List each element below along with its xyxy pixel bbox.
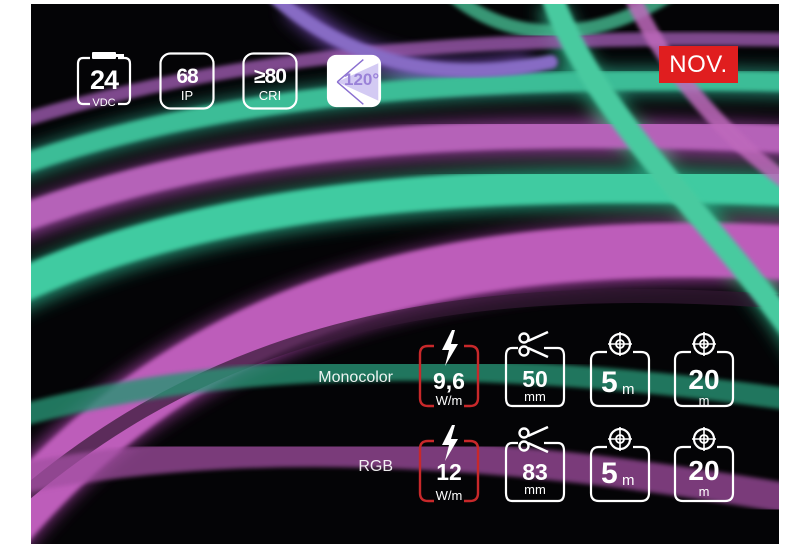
max-length-spec: 20 m — [673, 326, 735, 434]
voltage-value: 24 — [89, 65, 119, 95]
voltage-unit: VDC — [92, 97, 116, 109]
max-length-value: 20 — [688, 455, 720, 486]
cut-value: 83 — [522, 459, 548, 485]
cut-unit: mm — [524, 482, 546, 497]
max-length-unit: m — [698, 484, 710, 499]
cri-badge: ≥80 CRI — [242, 52, 298, 110]
power-value: 12 — [436, 459, 462, 485]
product-image: 24 VDC 68 IP ≥80 CRI 120° NOV. Monocolor — [31, 4, 779, 544]
max-length-value: 20 — [688, 364, 720, 395]
power-unit: W/m — [435, 393, 463, 408]
max-length-spec: 20 m — [673, 421, 735, 529]
min-length-unit: m — [622, 381, 635, 398]
neon-strip-photo — [31, 4, 779, 544]
min-length-value: 5 — [601, 457, 618, 490]
reel-icon — [589, 332, 651, 408]
row-label-monocolor: Monocolor — [318, 369, 393, 386]
ip-rating-badge: 68 IP — [159, 52, 215, 110]
voltage-badge: 24 VDC — [76, 52, 132, 110]
power-unit: W/m — [435, 488, 463, 503]
new-product-tag: NOV. — [659, 46, 738, 83]
max-length-unit: m — [698, 393, 710, 408]
cri-value: ≥80 — [254, 65, 287, 88]
min-length-value: 5 — [601, 366, 618, 399]
min-length-spec: 5 m — [589, 326, 651, 434]
cut-value: 50 — [522, 366, 548, 392]
min-length-spec: 5 m — [589, 421, 651, 529]
cut-spec: 50 mm — [504, 326, 566, 434]
beam-angle-badge: 120° — [326, 52, 386, 110]
ip-unit: IP — [180, 88, 194, 103]
ip-value: 68 — [176, 65, 198, 88]
reel-icon — [589, 427, 651, 503]
power-value: 9,6 — [433, 368, 465, 394]
cri-unit: CRI — [258, 88, 282, 103]
power-spec: 12 W/m — [418, 421, 480, 529]
power-spec: 9,6 W/m — [418, 326, 480, 434]
cut-unit: mm — [524, 389, 546, 404]
cut-spec: 83 mm — [504, 421, 566, 529]
row-label-rgb: RGB — [358, 458, 393, 475]
beam-angle-value: 120° — [344, 70, 380, 89]
min-length-unit: m — [622, 472, 635, 489]
